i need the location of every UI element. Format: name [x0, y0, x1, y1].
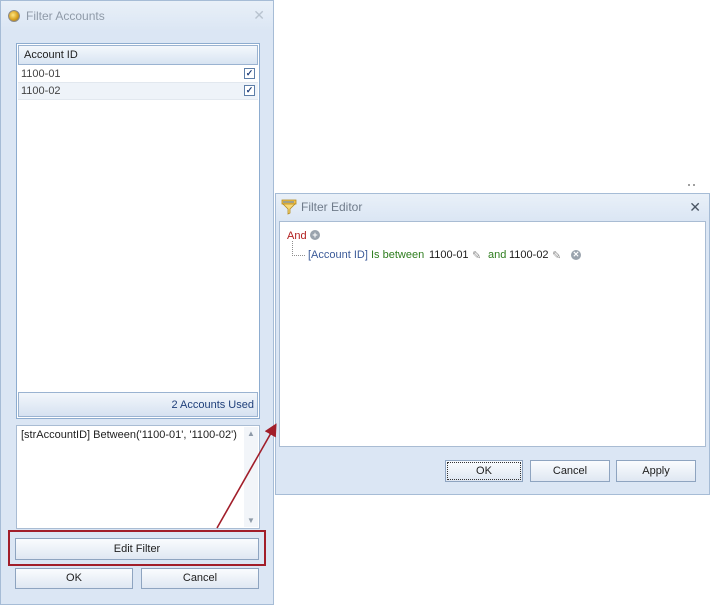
close-icon[interactable]: ✕ [689, 199, 701, 215]
remove-condition-icon[interactable]: ✕ [571, 250, 581, 260]
edit-filter-button[interactable]: Edit Filter [15, 538, 259, 560]
filter-editor-window: Filter Editor ✕ And + [Account ID] Is be… [275, 193, 710, 495]
tree-connector [292, 241, 305, 256]
app-icon [8, 10, 20, 22]
column-header-account-id[interactable]: Account ID [18, 45, 258, 65]
cancel-button[interactable]: Cancel [530, 460, 610, 482]
ok-button[interactable]: OK [445, 460, 523, 482]
filter-accounts-titlebar[interactable]: Filter Accounts ✕ [1, 1, 273, 31]
checkbox[interactable]: ✓ [244, 68, 255, 79]
filter-expression-box[interactable]: [strAccountID] Between('1100-01', '1100-… [16, 425, 260, 529]
checkbox[interactable]: ✓ [244, 85, 255, 96]
window-title: Filter Accounts [26, 9, 105, 23]
condition-conjunction: and [488, 249, 507, 261]
accounts-grid: Account ID 1100-01 ✓ 1100-02 ✓ 2 Account… [16, 43, 260, 419]
account-id-cell: 1100-01 [21, 68, 61, 80]
condition-value-1[interactable]: 1100-01 [429, 249, 469, 261]
filter-expression-text: [strAccountID] Between('1100-01', '1100-… [21, 429, 237, 441]
condition-value-2[interactable]: 1100-02 [509, 249, 549, 261]
close-icon[interactable]: ✕ [253, 7, 265, 23]
add-condition-icon[interactable]: + [310, 230, 320, 240]
condition-operator[interactable]: Is between [371, 249, 424, 261]
vertical-scrollbar[interactable]: ▲ ▼ [244, 427, 258, 527]
filter-tree-panel: And + [Account ID] Is between 1100-01 ✎ … [279, 221, 706, 447]
edit-value-2-pencil-icon[interactable]: ✎ [552, 249, 561, 262]
condition-field[interactable]: [Account ID] [308, 249, 368, 261]
cancel-button[interactable]: Cancel [141, 568, 259, 589]
filter-editor-titlebar[interactable]: Filter Editor ✕ [276, 194, 709, 221]
ok-button[interactable]: OK [15, 568, 133, 589]
edit-value-1-pencil-icon[interactable]: ✎ [472, 249, 481, 262]
scroll-up-icon[interactable]: ▲ [247, 429, 255, 438]
resize-grip-icon [688, 184, 695, 186]
table-row[interactable]: 1100-01 ✓ [18, 66, 258, 83]
account-id-cell: 1100-02 [21, 85, 61, 97]
grid-footer-count: 2 Accounts Used [18, 392, 258, 417]
table-row[interactable]: 1100-02 ✓ [18, 83, 258, 100]
filter-editor-icon [281, 199, 297, 215]
apply-button[interactable]: Apply [616, 460, 696, 482]
scroll-down-icon[interactable]: ▼ [247, 516, 255, 525]
window-title: Filter Editor [301, 200, 363, 214]
filter-accounts-window: Filter Accounts ✕ Account ID 1100-01 ✓ 1… [0, 0, 274, 605]
